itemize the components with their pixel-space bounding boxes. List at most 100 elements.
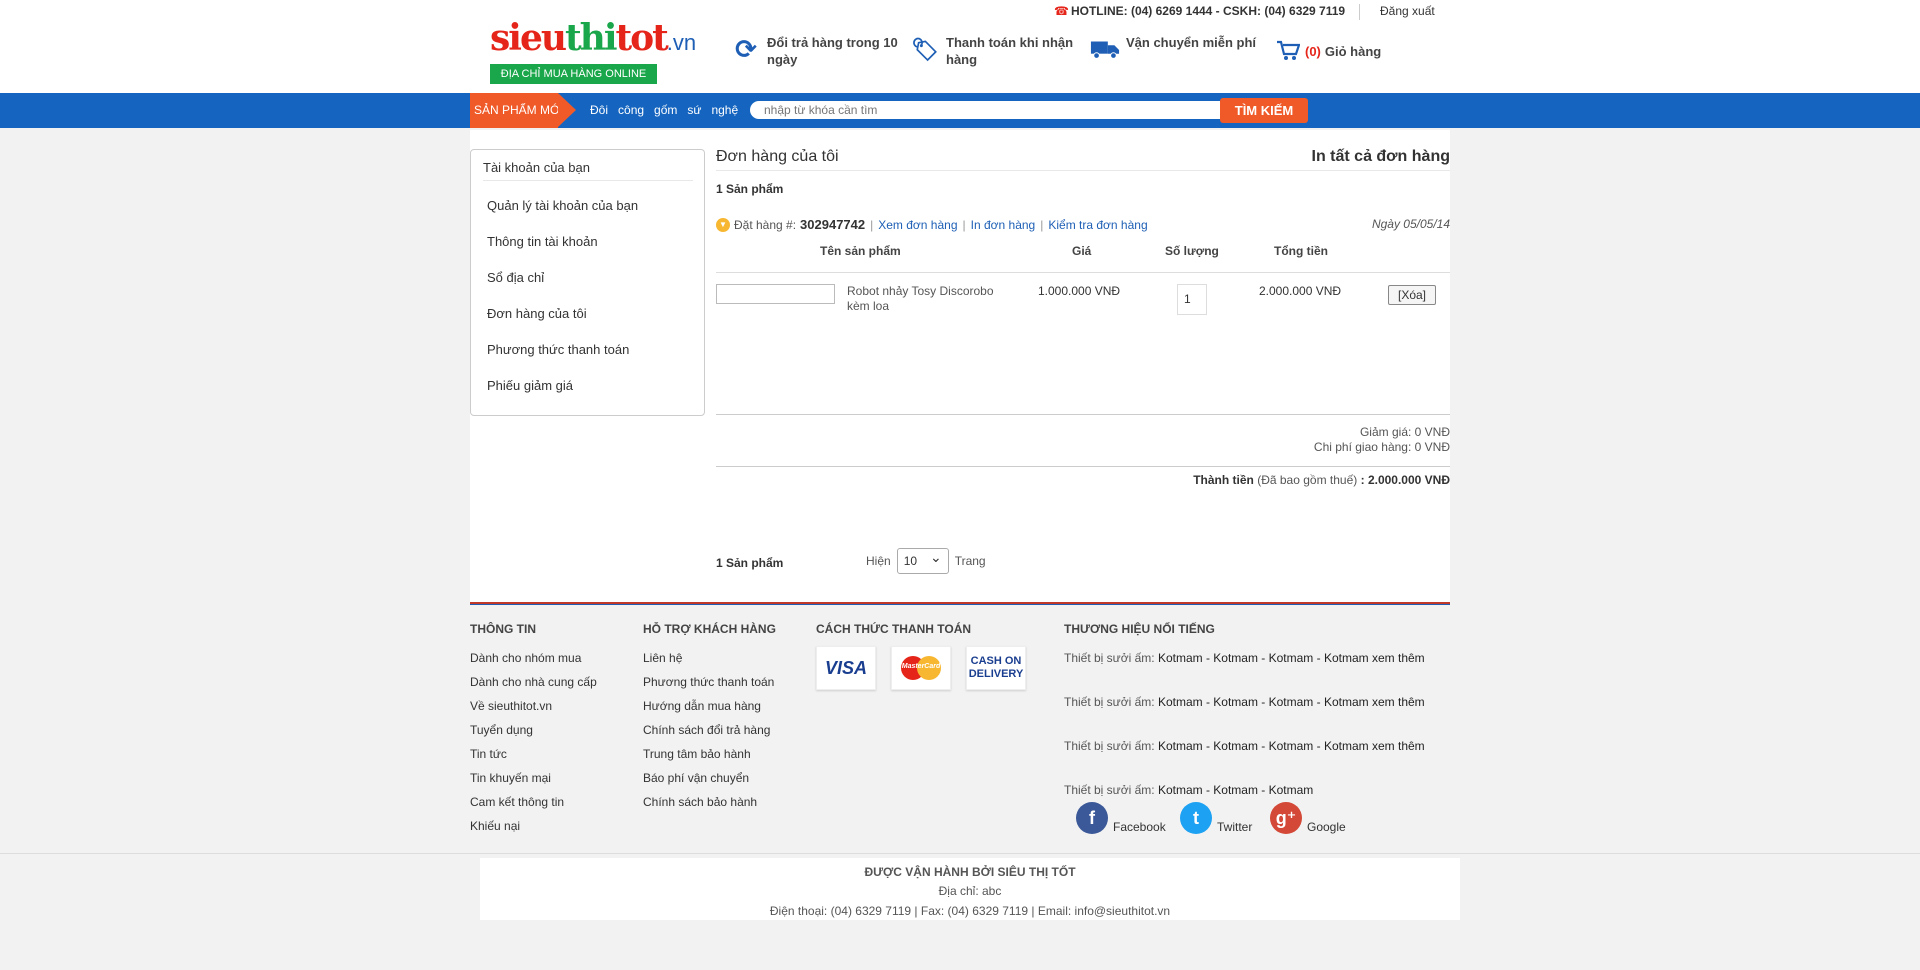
footer-link[interactable]: Khiếu nại (470, 819, 520, 833)
order-label: Đặt hàng #: (734, 217, 797, 232)
facebook-link[interactable]: f Facebook (1076, 802, 1166, 834)
order-number: 302947742 (800, 217, 866, 232)
new-products-badge[interactable]: SẢN PHẨM MỚI (470, 93, 576, 128)
pager: Hiện 10 Trang (866, 545, 986, 574)
footer-link[interactable]: Tin khuyến mại (470, 771, 551, 785)
google-plus-icon: g⁺ (1270, 802, 1302, 834)
footer-link[interactable]: Hướng dẫn mua hàng (643, 699, 761, 713)
cart-count: (0) (1305, 43, 1321, 59)
cart-link[interactable]: (0) Giỏ hàng (1275, 38, 1381, 64)
cart-icon (1275, 38, 1301, 64)
print-all-orders-link[interactable]: In tất cả đơn hàng (1312, 148, 1451, 166)
facebook-icon: f (1076, 802, 1108, 834)
header-divider (1359, 4, 1360, 20)
print-order-link[interactable]: In đơn hàng (971, 218, 1036, 232)
footer-link[interactable]: Báo phí vận chuyển (643, 771, 749, 785)
sidebar-item-address-book[interactable]: Sổ địa chỉ (487, 270, 544, 285)
product-name[interactable]: Robot nhảy Tosy Discorobo kèm loa (847, 284, 1007, 314)
site-logo[interactable]: sieuthitot.vn ĐỊA CHỈ MUA HÀNG ONLINE (488, 16, 696, 86)
brand-row: Thiết bị sưởi ấm: Kotmam - Kotmam - Kotm… (1064, 783, 1314, 797)
expand-toggle-icon[interactable]: ▼ (716, 217, 730, 232)
footer-link[interactable]: Phương thức thanh toán (643, 675, 774, 689)
visa-logo: VISA (816, 646, 876, 690)
check-order-link[interactable]: Kiểm tra đơn hàng (1048, 218, 1147, 232)
column-header-total: Tổng tiền (1274, 244, 1328, 258)
price-tag-icon: 🏷 (911, 36, 939, 62)
pager-show-label: Hiện (866, 554, 891, 568)
footer-info-title: THÔNG TIN (470, 622, 536, 636)
twitter-link[interactable]: t Twitter (1180, 802, 1252, 834)
nav-link[interactable]: nghệ (711, 103, 738, 117)
logout-link[interactable]: Đăng xuất (1380, 4, 1435, 18)
nav-link[interactable]: công (618, 103, 644, 117)
order-header: ▼ Đặt hàng #: 302947742 | Xem đơn hàng |… (716, 217, 1148, 232)
footer-link[interactable]: Trung tâm bảo hành (643, 747, 751, 761)
page-title: Đơn hàng của tôi (716, 148, 839, 165)
column-header-quantity: Số lượng (1165, 244, 1219, 258)
google-link[interactable]: g⁺ Google (1270, 802, 1346, 834)
sidebar-item-account-info[interactable]: Thông tin tài khoản (487, 234, 598, 249)
search-button[interactable]: TÌM KIẾM (1220, 98, 1308, 123)
column-header-price: Giá (1072, 244, 1092, 258)
product-count: 1 Sản phẩm (716, 182, 784, 196)
cart-label: Giỏ hàng (1324, 43, 1382, 59)
sidebar-item-manage-account[interactable]: Quản lý tài khoản của bạn (487, 198, 638, 213)
nav-link[interactable]: sứ (687, 103, 701, 117)
pager-page-label: Trang (954, 554, 986, 568)
phone-icon: ☎ (1054, 4, 1069, 18)
product-image[interactable] (716, 284, 835, 304)
brand-row: Thiết bị sưởi ấm: Kotmam - Kotmam - Kotm… (1064, 739, 1425, 753)
footer-link[interactable]: Chính sách đổi trả hàng (643, 723, 770, 737)
footer-brands-title: THƯƠNG HIỆU NỔI TIẾNG (1064, 622, 1215, 636)
address-text: Địa chỉ: abc (938, 884, 1002, 898)
delete-button[interactable]: [Xóa] (1388, 285, 1436, 305)
product-count-bottom: 1 Sản phẩm (716, 556, 784, 570)
brand-row: Thiết bị sưởi ấm: Kotmam - Kotmam - Kotm… (1064, 651, 1425, 665)
feature-return: ⟳ Đổi trả hàng trong 10 ngày (731, 34, 909, 68)
footer-link[interactable]: Cam kết thông tin (470, 795, 564, 809)
footer-link[interactable]: Tuyển dụng (470, 723, 533, 737)
logo-wordmark: sieuthitot.vn (490, 17, 697, 59)
footer-link[interactable]: Liên hệ (643, 651, 682, 665)
sidebar-item-payment-methods[interactable]: Phương thức thanh toán (487, 342, 629, 357)
divider (0, 853, 1920, 854)
feature-cod: 🏷 Thanh toán khi nhận hàng (911, 35, 1074, 67)
column-header-name: Tên sản phẩm (820, 244, 901, 258)
shipping-fee-text: Chi phí giao hàng: 0 VNĐ (1313, 440, 1450, 454)
view-order-link[interactable]: Xem đơn hàng (878, 218, 957, 232)
divider (716, 466, 1450, 467)
footer-link[interactable]: Tin tức (470, 747, 507, 761)
page-size-select[interactable]: 10 (896, 545, 949, 574)
twitter-icon: t (1180, 802, 1212, 834)
feature-shipping: Vận chuyển miễn phí (1090, 34, 1265, 64)
sidebar-item-my-orders[interactable]: Đơn hàng của tôi (487, 306, 587, 321)
nav-link[interactable]: Đôi (590, 103, 608, 117)
product-total: 2.000.000 VNĐ (1259, 284, 1342, 298)
brand-row: Thiết bị sưởi ấm: Kotmam - Kotmam - Kotm… (1064, 695, 1425, 709)
logo-tagline: ĐỊA CHỈ MUA HÀNG ONLINE (490, 64, 657, 84)
mastercard-logo: MasterCard (891, 646, 951, 690)
nav-links: Đôi công gốm sứ nghệ (590, 93, 748, 128)
contact-text: Điện thoại: (04) 6329 7119 | Fax: (04) 6… (769, 904, 1171, 918)
footer-link[interactable]: Về sieuthitot.vn (470, 699, 552, 713)
account-sidebar: Tài khoản của bạn Quản lý tài khoản của … (470, 149, 705, 416)
divider (716, 272, 1450, 273)
quantity-input[interactable]: 1 (1177, 284, 1207, 315)
product-price: 1.000.000 VNĐ (1038, 284, 1121, 298)
sidebar-item-vouchers[interactable]: Phiếu giảm giá (487, 378, 573, 393)
operated-by-text: ĐƯỢC VẬN HÀNH BỞI SIÊU THỊ TỐT (864, 865, 1076, 879)
footer-link[interactable]: Chính sách bảo hành (643, 795, 757, 809)
footer-link[interactable]: Dành cho nhóm mua (470, 651, 581, 665)
nav-link[interactable]: gốm (654, 103, 677, 117)
search-input[interactable] (750, 101, 1222, 119)
footer-link[interactable]: Dành cho nhà cung cấp (470, 675, 597, 689)
footer-divider (470, 602, 1450, 605)
discount-text: Giảm giá: 0 VNĐ (1359, 425, 1450, 439)
refresh-icon: ⟳ (735, 33, 757, 64)
footer-support-title: HỖ TRỢ KHÁCH HÀNG (643, 622, 776, 636)
divider (716, 170, 1450, 171)
footer-payment-title: CÁCH THỨC THANH TOÁN (816, 622, 972, 636)
truck-icon (1090, 34, 1120, 64)
hotline-text: ☎ HOTLINE: (04) 6269 1444 - CSKH: (04) 63… (1054, 4, 1346, 18)
cash-on-delivery-logo: CASH ON DELIVERY (966, 646, 1026, 690)
